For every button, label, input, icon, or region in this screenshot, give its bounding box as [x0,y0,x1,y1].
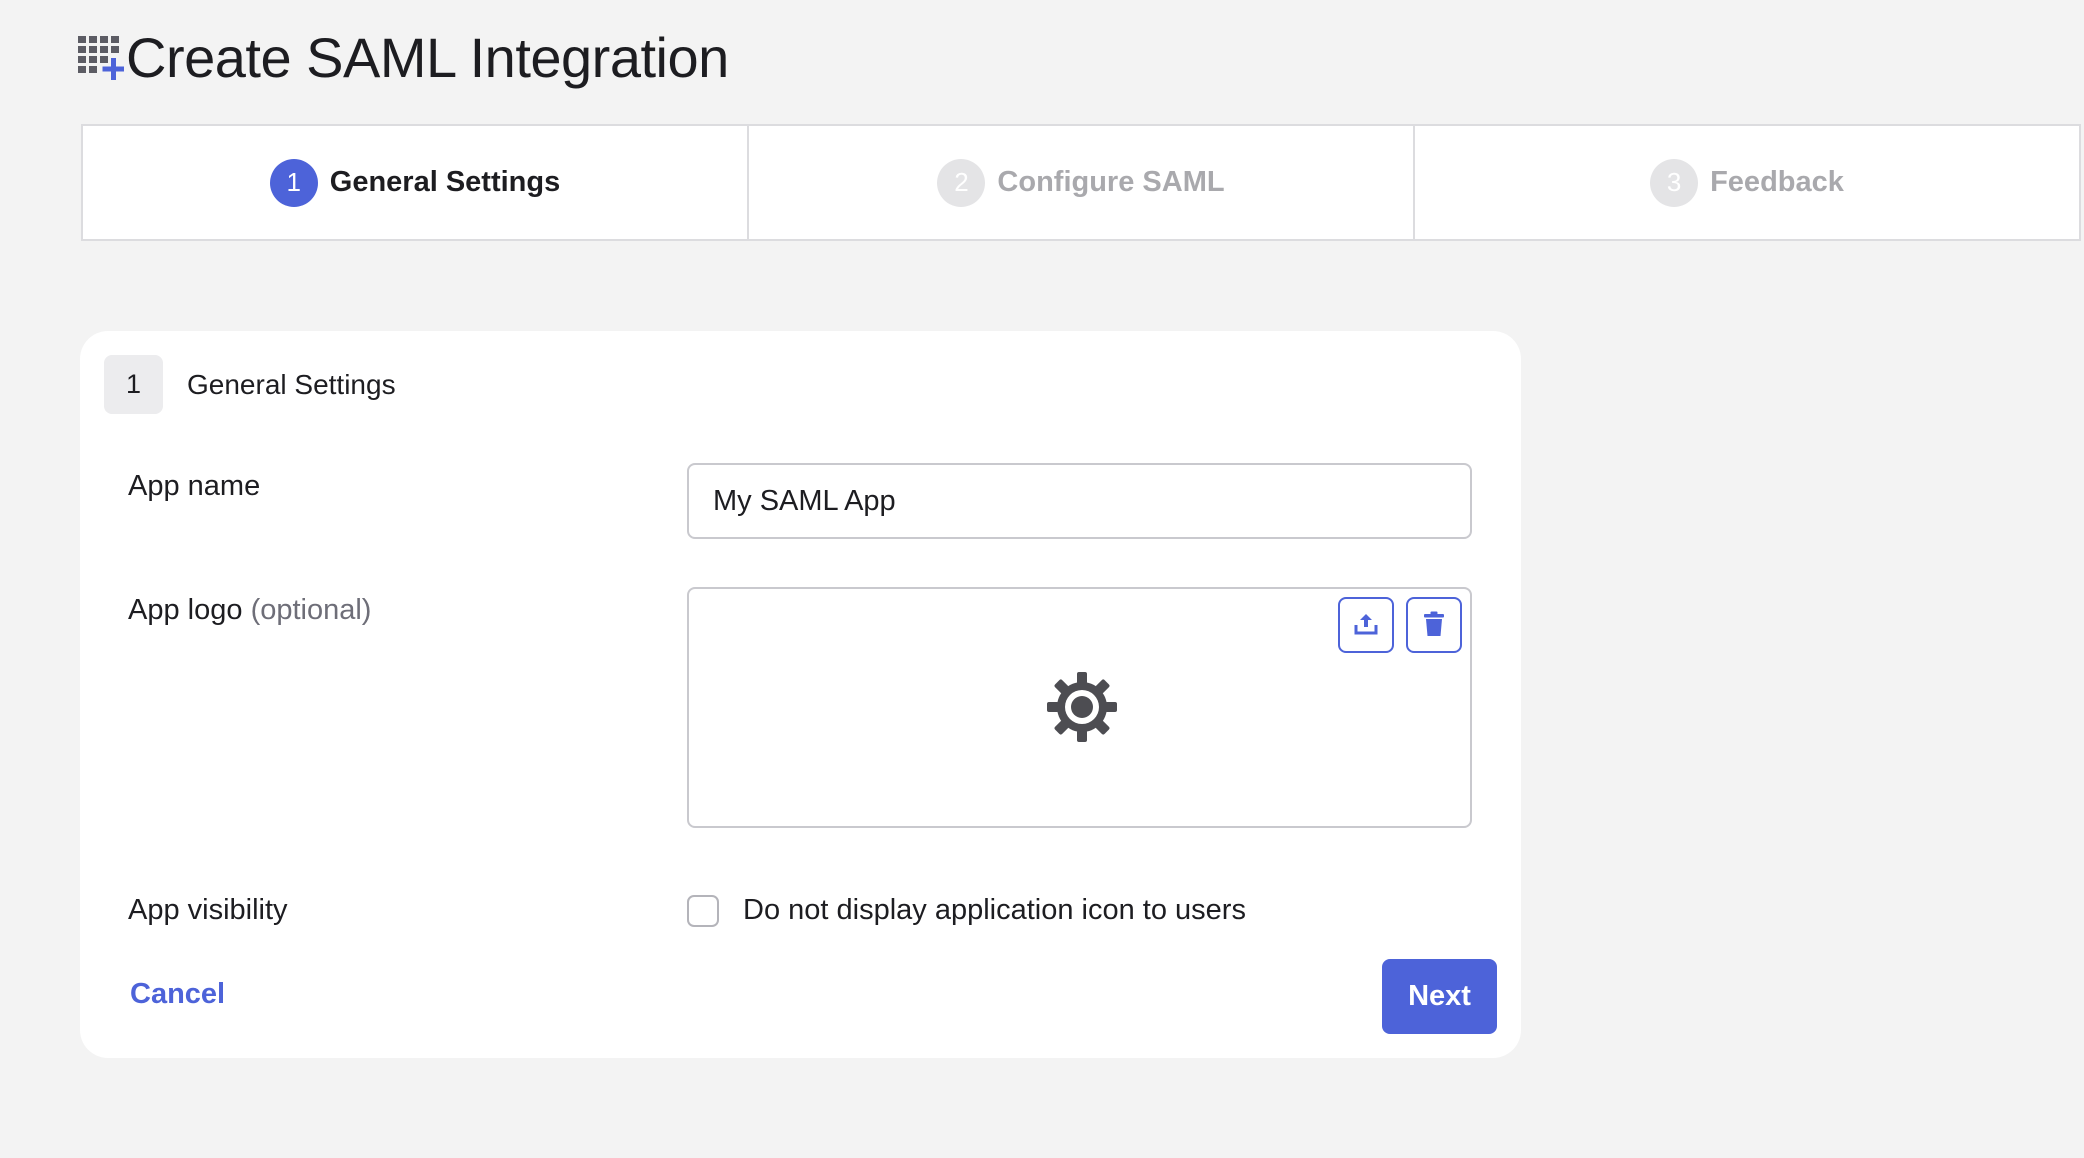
optional-label: (optional) [250,594,372,626]
hide-app-icon-checkbox-label[interactable]: Do not display application icon to users [743,894,1246,927]
upload-logo-button[interactable] [1338,597,1394,653]
page-title: Create SAML Integration [126,25,729,89]
app-name-input[interactable] [687,463,1472,539]
step-number: 1 [269,158,318,207]
hide-app-icon-checkbox[interactable] [687,895,719,927]
step-feedback[interactable]: 3 Feedback [1415,126,2079,239]
section-number: 1 [104,355,163,414]
step-configure-saml[interactable]: 2 Configure SAML [749,126,1415,239]
app-name-label: App name [128,470,261,502]
gear-icon [1044,669,1120,745]
app-logo-label-group: App logo (optional) [128,594,371,627]
delete-logo-button[interactable] [1406,597,1462,653]
step-general-settings[interactable]: 1 General Settings [83,126,749,239]
section-header: 1 General Settings [104,355,396,414]
cancel-button[interactable]: Cancel [130,978,225,1011]
step-number: 3 [1650,158,1699,207]
upload-icon [1353,611,1379,640]
app-logo-label: App logo [128,594,243,626]
page-header: Create SAML Integration [78,22,729,92]
general-settings-card: 1 General Settings App name App logo (op… [80,331,1521,1058]
app-logo-dropzone[interactable] [687,587,1472,828]
trash-icon [1422,611,1446,640]
app-visibility-label: App visibility [128,894,288,926]
section-title: General Settings [187,368,396,400]
next-button[interactable]: Next [1382,959,1497,1034]
app-grid-add-icon [78,34,125,80]
step-label: Feedback [1710,166,1844,198]
step-label: General Settings [329,166,561,198]
step-number: 2 [937,158,986,207]
step-label: Configure SAML [997,166,1225,198]
wizard-stepper: 1 General Settings 2 Configure SAML 3 Fe… [81,124,2081,241]
